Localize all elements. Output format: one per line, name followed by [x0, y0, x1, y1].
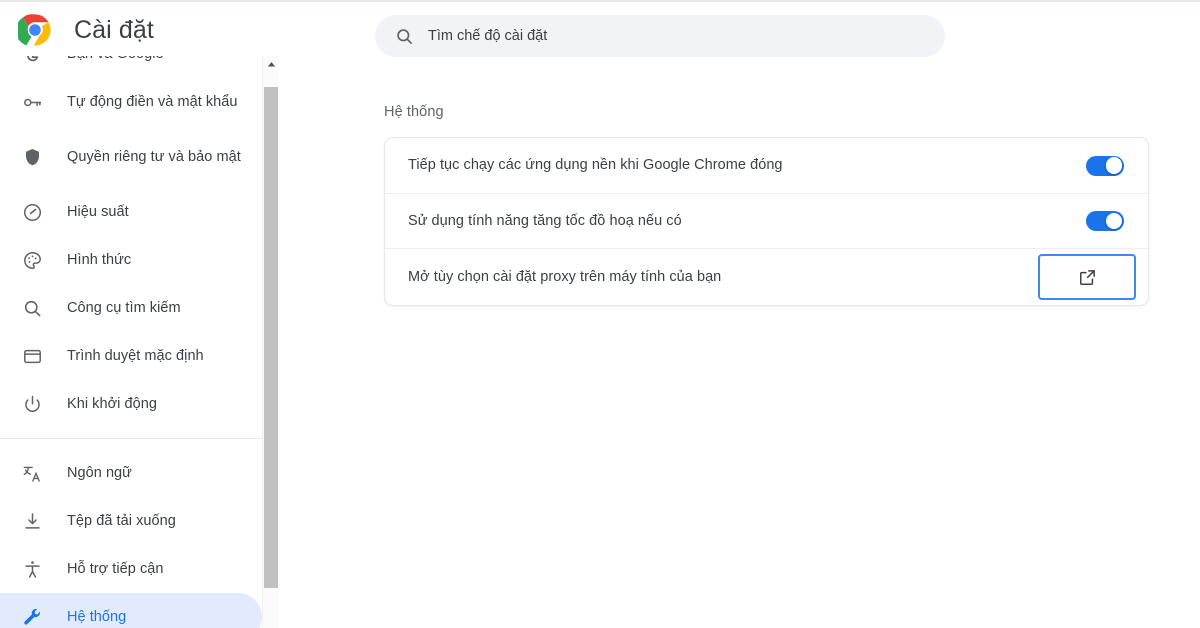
speedometer-icon [22, 202, 43, 223]
chrome-logo-icon [15, 13, 52, 47]
scrollbar-track[interactable] [263, 73, 279, 628]
sidebar-item-system[interactable]: Hệ thống [0, 593, 262, 628]
sidebar-item-languages[interactable]: Ngôn ngữ [0, 449, 262, 497]
brand-area: Cài đặt [0, 2, 375, 47]
scrollbar-thumb[interactable] [264, 87, 278, 588]
sidebar-scrollbar[interactable] [262, 56, 279, 628]
shield-icon [22, 147, 43, 168]
sidebar-item-label: Hình thức [67, 251, 132, 268]
google-g-icon [22, 56, 43, 65]
row-background-apps[interactable]: Tiếp tục chạy các ứng dụng nền khi Googl… [385, 138, 1148, 193]
toggle-knob [1105, 157, 1123, 174]
wrench-icon [22, 607, 43, 628]
search-input[interactable]: Tìm chế độ cài đặt [375, 15, 945, 57]
sidebar-divider [0, 438, 262, 439]
search-icon [395, 27, 414, 46]
sidebar-item-default-browser[interactable]: Trình duyệt mặc định [0, 332, 262, 380]
row-label: Tiếp tục chạy các ứng dụng nền khi Googl… [408, 157, 783, 174]
key-icon [22, 92, 43, 113]
sidebar-item-label: Tự động điền và mật khẩu [67, 93, 238, 110]
row-label: Sử dụng tính năng tăng tốc đồ hoạ nếu có [408, 212, 682, 229]
browser-window-icon [22, 346, 43, 367]
chrome-settings-window: Cài đặt Tìm chế độ cài đặt Tự động điền … [0, 0, 1200, 628]
sidebar-item-label: Tệp đã tải xuống [67, 512, 176, 529]
toggle-hardware-acceleration[interactable] [1086, 211, 1124, 231]
sidebar-scroll-container: Bạn và Google Tự động điền và mật khẩu [0, 56, 262, 628]
sidebar-item-performance[interactable]: Hiệu suất [0, 188, 262, 236]
toggle-background-apps[interactable] [1086, 155, 1124, 176]
sidebar-item-label: Bạn và Google [67, 56, 164, 63]
download-icon [22, 511, 43, 532]
row-hardware-acceleration[interactable]: Sử dụng tính năng tăng tốc đồ hoạ nếu có [385, 193, 1148, 248]
row-proxy-settings[interactable]: Mở tùy chọn cài đặt proxy trên máy tính … [385, 248, 1148, 305]
sidebar-item-autofill[interactable]: Tự động điền và mật khẩu [0, 78, 262, 126]
open-in-new-icon [1078, 268, 1097, 287]
sidebar-item-label: Công cụ tìm kiếm [67, 299, 181, 316]
sidebar-item-downloads[interactable]: Tệp đã tải xuống [0, 497, 262, 545]
sidebar-item-appearance[interactable]: Hình thức [0, 236, 262, 284]
settings-sidebar: Bạn và Google Tự động điền và mật khẩu [0, 56, 262, 628]
search-area: Tìm chế độ cài đặt [375, 2, 1200, 57]
sidebar-item-label: Ngôn ngữ [67, 464, 132, 481]
search-placeholder: Tìm chế độ cài đặt [428, 27, 548, 44]
sidebar-item-privacy-security[interactable]: Quyền riêng tư và bảo mật [0, 126, 262, 188]
toggle-knob [1105, 212, 1123, 230]
chevron-up-icon [267, 60, 276, 69]
accessibility-icon [22, 559, 43, 580]
translate-icon [22, 463, 43, 484]
power-icon [22, 394, 43, 415]
settings-main-content: Hệ thống Tiếp tục chạy các ứng dụng nền … [279, 70, 1200, 628]
sidebar-item-label: Hiệu suất [67, 203, 129, 220]
row-label: Mở tùy chọn cài đặt proxy trên máy tính … [408, 268, 722, 285]
sidebar-item-label: Hỗ trợ tiếp cận [67, 560, 164, 577]
section-title: Hệ thống [384, 104, 444, 120]
system-settings-card: Tiếp tục chạy các ứng dụng nền khi Googl… [384, 137, 1149, 306]
sidebar-item-you-and-google[interactable]: Bạn và Google [0, 56, 262, 78]
palette-icon [22, 250, 43, 271]
page-title: Cài đặt [74, 16, 154, 44]
sidebar-item-label: Khi khởi động [67, 395, 157, 412]
open-proxy-settings-button[interactable] [1038, 254, 1136, 300]
sidebar-item-label: Hệ thống [67, 608, 127, 625]
sidebar-item-on-startup[interactable]: Khi khởi động [0, 380, 262, 428]
sidebar-item-accessibility[interactable]: Hỗ trợ tiếp cận [0, 545, 262, 593]
sidebar-item-label: Trình duyệt mặc định [67, 347, 204, 364]
sidebar-item-label: Quyền riêng tư và bảo mật [67, 148, 241, 165]
scrollbar-up-button[interactable] [263, 56, 279, 73]
search-icon [22, 298, 43, 319]
sidebar-item-search-engine[interactable]: Công cụ tìm kiếm [0, 284, 262, 332]
